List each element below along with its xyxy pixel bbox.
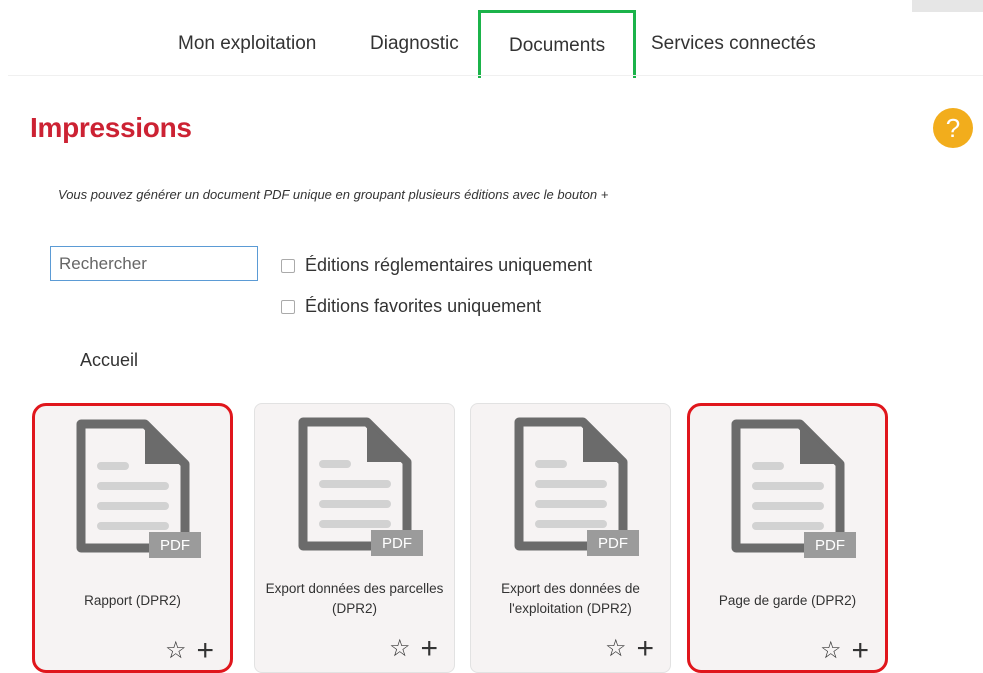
checkbox-favorites-label: Éditions favorites uniquement [305, 296, 542, 316]
pdf-badge: PDF [160, 537, 190, 554]
tab-mon-exploitation[interactable]: Mon exploitation [178, 33, 316, 55]
filter-favorites[interactable]: Éditions favorites uniquement [281, 296, 541, 317]
help-icon[interactable]: ? [933, 108, 973, 148]
document-card[interactable]: PDF Page de garde (DPR2) ☆ + [687, 403, 888, 673]
card-title: Rapport (DPR2) [84, 593, 181, 608]
star-outline-icon[interactable]: ☆ [389, 637, 411, 661]
tab-services-connectes[interactable]: Services connectés [651, 33, 816, 55]
pdf-badge: PDF [815, 537, 845, 554]
document-card[interactable]: PDF Export des données de l'exploitation… [470, 403, 671, 673]
tab-documents[interactable]: Documents [478, 10, 637, 78]
pdf-document-icon: PDF [76, 419, 201, 558]
pdf-document-icon: PDF [514, 417, 639, 556]
top-navigation: Mon exploitation Diagnostic Documents Se… [0, 0, 983, 78]
pdf-badge: PDF [598, 535, 628, 552]
pdf-document-icon: PDF [298, 417, 423, 556]
card-title: Export des données de l'exploitation (DP… [501, 581, 640, 616]
nav-divider [8, 75, 983, 76]
checkbox-regulatory-label: Éditions réglementaires uniquement [305, 255, 593, 275]
tab-diagnostic[interactable]: Diagnostic [370, 33, 459, 55]
plus-icon[interactable]: + [196, 636, 214, 666]
star-outline-icon[interactable]: ☆ [820, 639, 842, 663]
plus-icon[interactable]: + [636, 634, 654, 664]
star-outline-icon[interactable]: ☆ [605, 637, 627, 661]
card-title: Export données des parcelles (DPR2) [265, 581, 444, 616]
checkbox-regulatory[interactable] [281, 258, 295, 273]
plus-icon[interactable]: + [420, 634, 438, 664]
hint-text: Vous pouvez générer un document PDF uniq… [58, 187, 609, 202]
card-title: Page de garde (DPR2) [718, 593, 857, 608]
plus-icon[interactable]: + [851, 636, 869, 666]
checkbox-favorites[interactable] [281, 299, 295, 314]
section-label: Accueil [80, 350, 139, 370]
search-input[interactable] [50, 246, 258, 281]
filter-regulatory[interactable]: Éditions réglementaires uniquement [281, 255, 592, 276]
pdf-badge: PDF [382, 535, 412, 552]
pdf-document-icon: PDF [731, 419, 856, 558]
document-card[interactable]: PDF Export données des parcelles (DPR2) … [254, 403, 455, 673]
document-card[interactable]: PDF Rapport (DPR2) ☆ + [32, 403, 233, 673]
page-title: Impressions [30, 112, 192, 143]
star-outline-icon[interactable]: ☆ [165, 639, 187, 663]
